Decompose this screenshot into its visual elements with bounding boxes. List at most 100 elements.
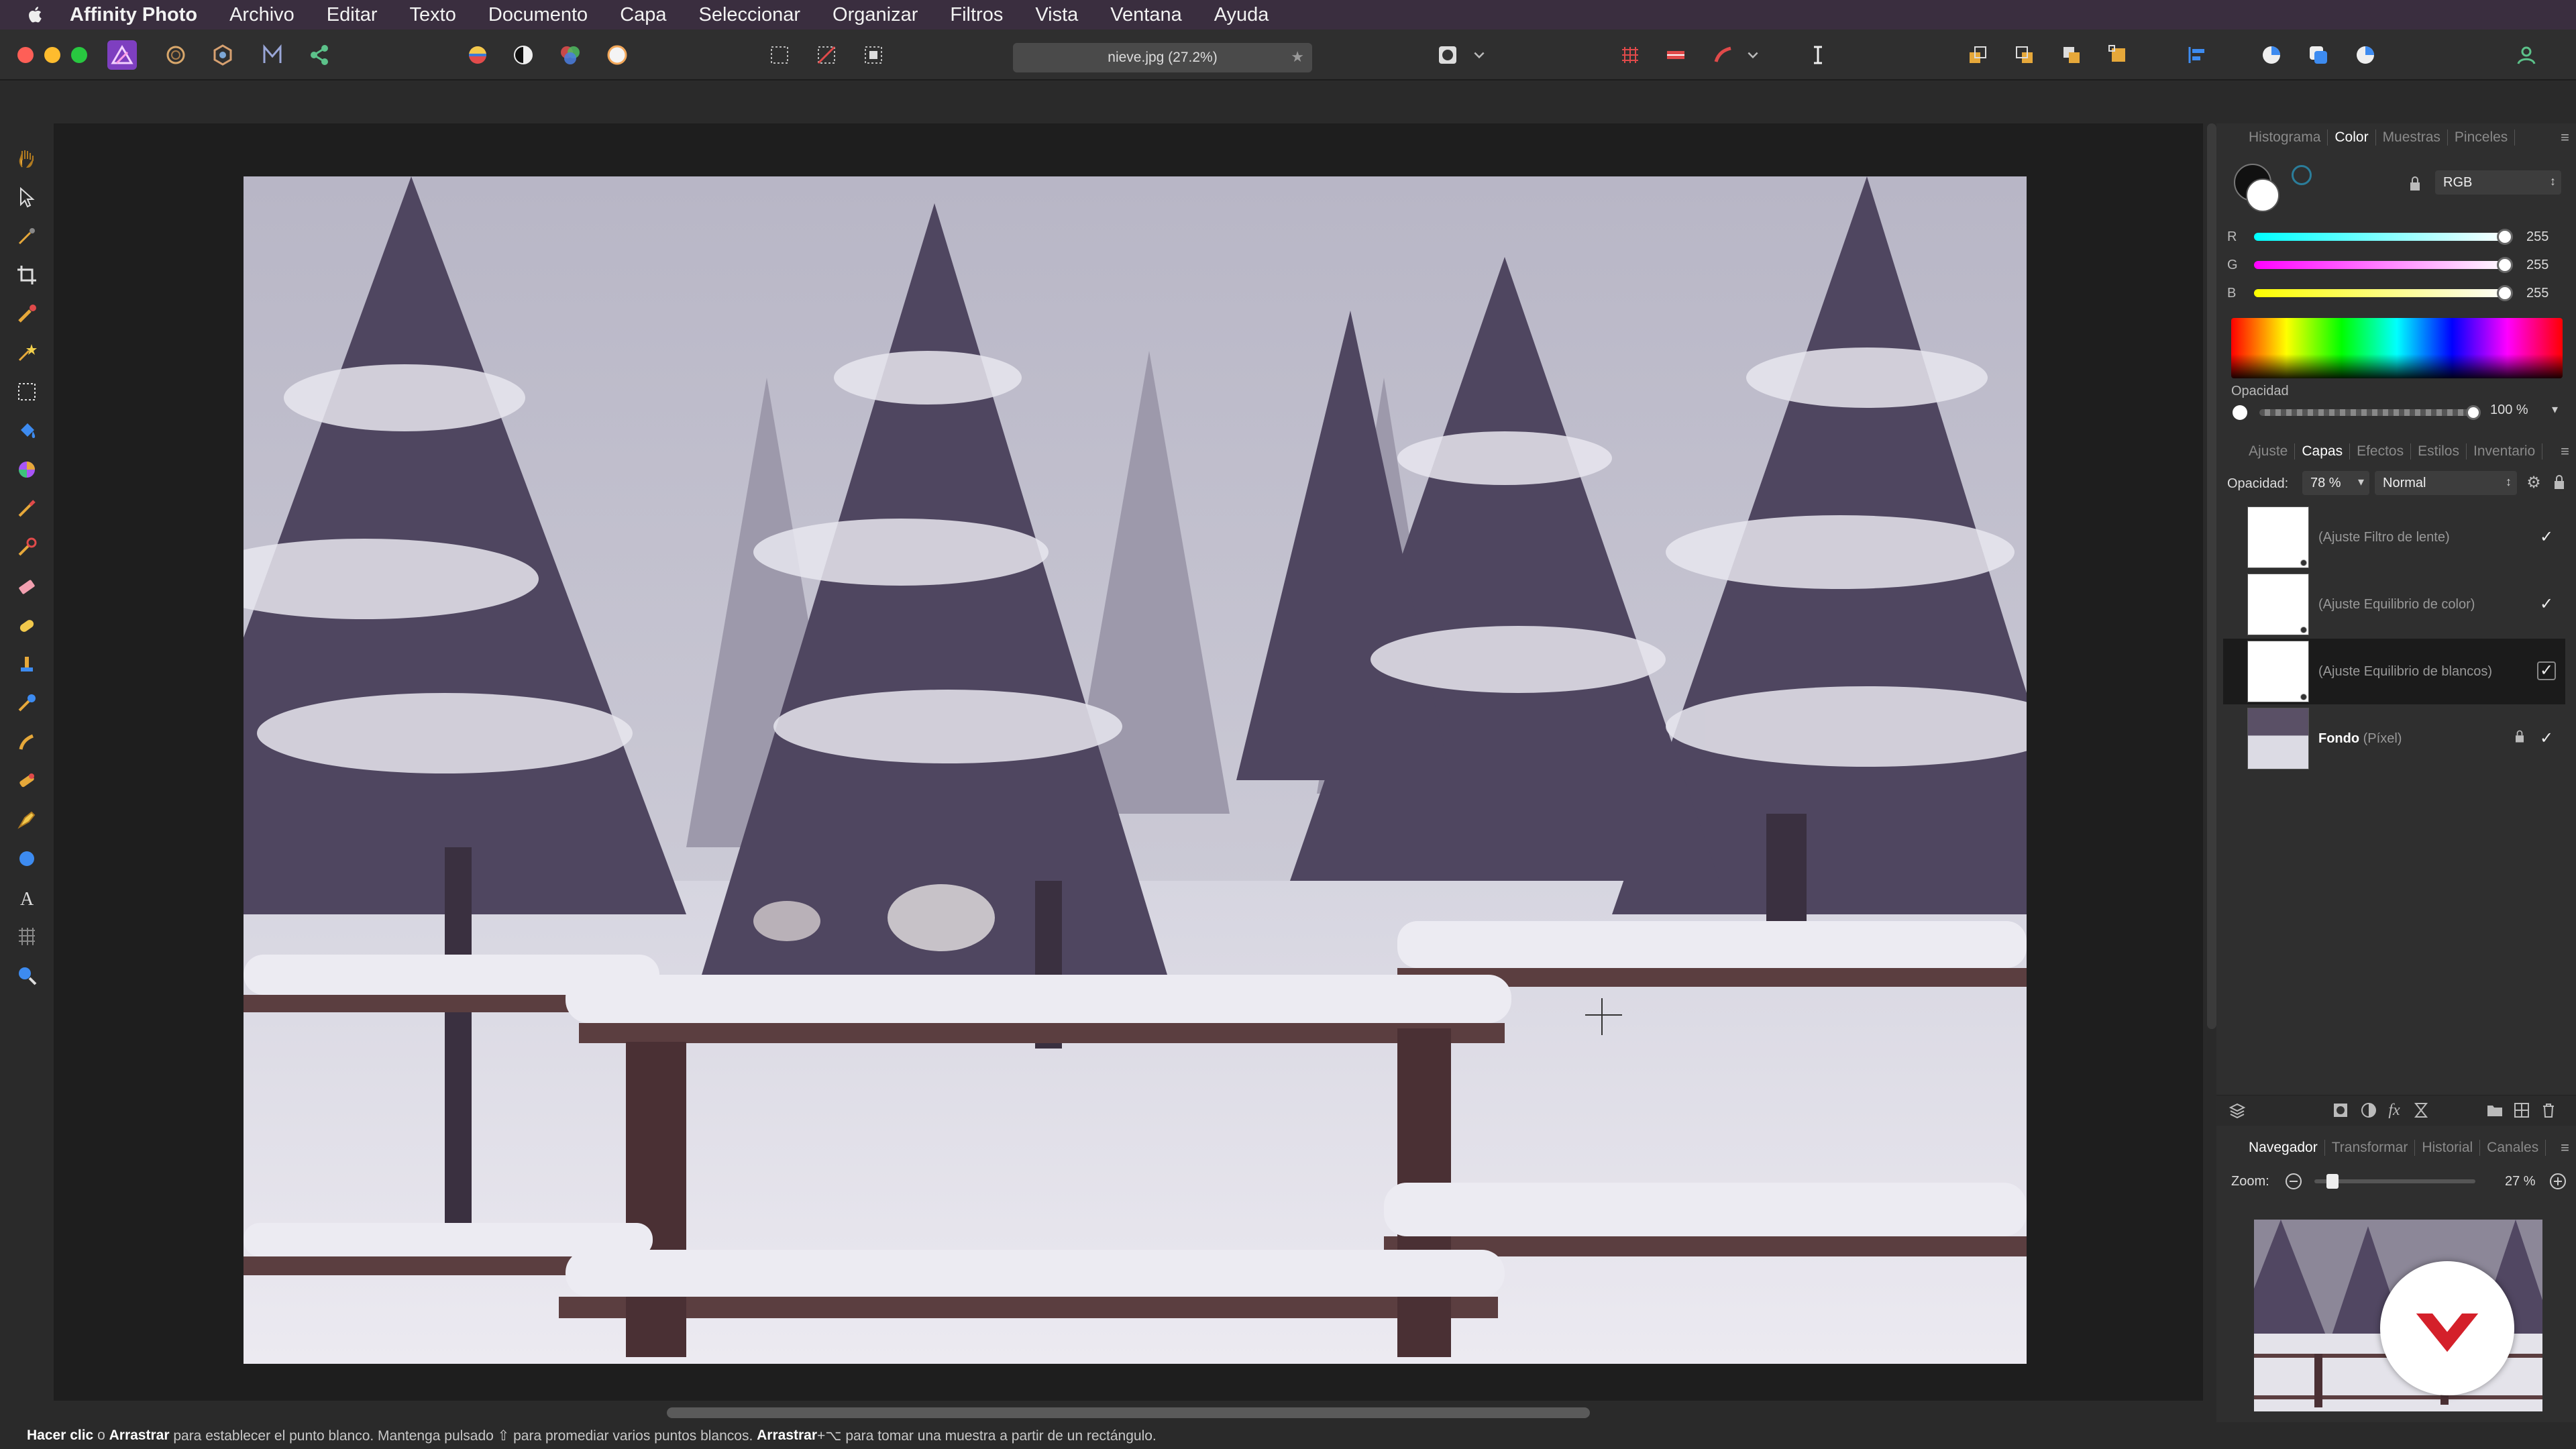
menu-capa[interactable]: Capa	[620, 4, 666, 26]
layer-visibility-checkbox[interactable]: ✓	[2537, 729, 2556, 747]
tab-inventario[interactable]: Inventario	[2473, 443, 2543, 460]
crop-tool-icon[interactable]	[13, 262, 40, 288]
slider-knob[interactable]	[2326, 1174, 2339, 1189]
tab-navegador[interactable]: Navegador	[2249, 1140, 2325, 1156]
menu-organizar[interactable]: Organizar	[833, 4, 918, 26]
menu-texto[interactable]: Texto	[410, 4, 456, 26]
marquee-select-icon[interactable]	[765, 40, 794, 70]
tab-canales[interactable]: Canales	[2487, 1140, 2546, 1156]
red-channel-slider[interactable]	[2254, 229, 2513, 245]
trash-icon[interactable]	[2538, 1100, 2559, 1120]
minimize-window-button[interactable]	[44, 47, 60, 63]
blend-mode-select[interactable]: Normal ↕	[2375, 471, 2517, 495]
menu-ayuda[interactable]: Ayuda	[1214, 4, 1269, 26]
erase-brush-icon[interactable]	[13, 573, 40, 600]
star-icon[interactable]: ★	[1291, 48, 1304, 66]
green-channel-slider[interactable]	[2254, 257, 2513, 273]
align-icon[interactable]	[2183, 40, 2212, 70]
gear-icon[interactable]: ⚙	[2524, 472, 2544, 492]
zoom-window-button[interactable]	[71, 47, 87, 63]
marquee-tool-icon[interactable]	[13, 378, 40, 405]
assistant-manager-icon[interactable]	[1708, 40, 1737, 70]
slider-knob[interactable]	[2497, 229, 2513, 245]
lock-icon[interactable]	[2406, 174, 2424, 193]
document-tab[interactable]: nieve.jpg (27.2%) ★	[1013, 43, 1312, 72]
menu-app-name[interactable]: Affinity Photo	[70, 4, 197, 26]
tab-efectos[interactable]: Efectos	[2357, 443, 2412, 460]
layer-visibility-checkbox[interactable]: ✓	[2537, 594, 2556, 613]
layer-opacity-select[interactable]: 78 % ▾	[2302, 471, 2369, 495]
color-replacement-brush-icon[interactable]	[13, 534, 40, 561]
apple-icon[interactable]	[25, 5, 46, 25]
zoom-out-icon[interactable]	[2284, 1171, 2304, 1191]
layers-stack-icon[interactable]	[2227, 1100, 2247, 1120]
slider-knob[interactable]	[2466, 405, 2481, 420]
tone-mapping-persona-icon[interactable]	[258, 40, 287, 70]
color-picker-tool-icon[interactable]	[13, 223, 40, 250]
chevron-down-icon[interactable]	[1743, 40, 1763, 70]
clone-brush-icon[interactable]	[13, 651, 40, 678]
layer-visibility-checkbox[interactable]: ✓	[2537, 527, 2556, 546]
dodge-brush-icon[interactable]	[13, 612, 40, 639]
slider-knob[interactable]	[2497, 257, 2513, 273]
folder-icon[interactable]	[2485, 1100, 2505, 1120]
zoom-tool-icon[interactable]	[13, 962, 40, 989]
menu-editar[interactable]: Editar	[327, 4, 378, 26]
tab-color[interactable]: Color	[2334, 129, 2376, 146]
quick-mask-icon[interactable]	[1433, 40, 1462, 70]
layer-row[interactable]: (Ajuste Filtro de lente) ✓	[2223, 504, 2565, 570]
studio-toggle-icon[interactable]	[2257, 40, 2286, 70]
develop-persona-icon[interactable]	[208, 40, 237, 70]
move-tool-icon[interactable]	[13, 184, 40, 211]
chevron-down-icon[interactable]: ▾	[2552, 402, 2558, 417]
export-persona-icon[interactable]	[305, 40, 334, 70]
fx-icon[interactable]: fx	[2384, 1100, 2404, 1120]
liquify-persona-icon[interactable]	[161, 40, 191, 70]
color-picker-icon[interactable]	[2351, 40, 2380, 70]
tab-historial[interactable]: Historial	[2422, 1140, 2481, 1156]
zoom-slider[interactable]	[2314, 1179, 2475, 1183]
auto-colors-icon[interactable]	[555, 40, 585, 70]
text-tool-icon[interactable]: A	[13, 884, 40, 911]
pen-tool-icon[interactable]	[13, 806, 40, 833]
tab-capas[interactable]: Capas	[2302, 443, 2351, 460]
document-image[interactable]	[244, 176, 2027, 1364]
force-pixel-alignment-icon[interactable]	[1661, 40, 1690, 70]
menu-filtros[interactable]: Filtros	[950, 4, 1003, 26]
tab-estilos[interactable]: Estilos	[2418, 443, 2467, 460]
tab-transformar[interactable]: Transformar	[2332, 1140, 2416, 1156]
close-window-button[interactable]	[17, 47, 34, 63]
tab-muestras[interactable]: Muestras	[2383, 129, 2448, 146]
selection-brush-icon[interactable]	[13, 301, 40, 327]
smudge-brush-icon[interactable]	[13, 729, 40, 755]
blue-channel-slider[interactable]	[2254, 285, 2513, 301]
color-picker-icon[interactable]	[2292, 165, 2312, 185]
zoom-value[interactable]: 27 %	[2505, 1174, 2536, 1189]
color-model-select[interactable]: RGB ↕	[2435, 170, 2561, 195]
mask-layer-icon[interactable]	[2330, 1100, 2351, 1120]
slider-knob[interactable]	[2497, 285, 2513, 301]
menu-seleccionar[interactable]: Seleccionar	[699, 4, 801, 26]
lock-icon[interactable]	[2549, 472, 2569, 492]
auto-levels-icon[interactable]	[463, 40, 492, 70]
tab-pinceles[interactable]: Pinceles	[2455, 129, 2516, 146]
blue-channel-value[interactable]: 255	[2526, 286, 2548, 301]
layer-row-selected[interactable]: (Ajuste Equilibrio de blancos) ✓	[2223, 639, 2565, 704]
text-cursor-icon[interactable]	[1803, 40, 1833, 70]
adjustment-icon[interactable]	[2359, 1100, 2379, 1120]
menu-ventana[interactable]: Ventana	[1110, 4, 1181, 26]
arrange-front-icon[interactable]	[2104, 40, 2133, 70]
shape-tool-icon[interactable]	[13, 845, 40, 872]
layer-row[interactable]: (Ajuste Equilibrio de color) ✓	[2223, 572, 2565, 637]
healing-brush-icon[interactable]	[13, 690, 40, 716]
menu-vista[interactable]: Vista	[1035, 4, 1078, 26]
flood-fill-icon[interactable]	[13, 417, 40, 444]
panel-menu-icon[interactable]: ≡	[2561, 443, 2569, 460]
auto-contrast-icon[interactable]	[508, 40, 538, 70]
opacity-slider[interactable]	[2259, 409, 2475, 416]
secondary-color-swatch[interactable]	[2246, 178, 2279, 212]
arrange-back-icon[interactable]	[1963, 40, 1992, 70]
live-filter-icon[interactable]	[2411, 1100, 2431, 1120]
menu-archivo[interactable]: Archivo	[229, 4, 294, 26]
panel-menu-icon[interactable]: ≡	[2561, 1139, 2569, 1157]
